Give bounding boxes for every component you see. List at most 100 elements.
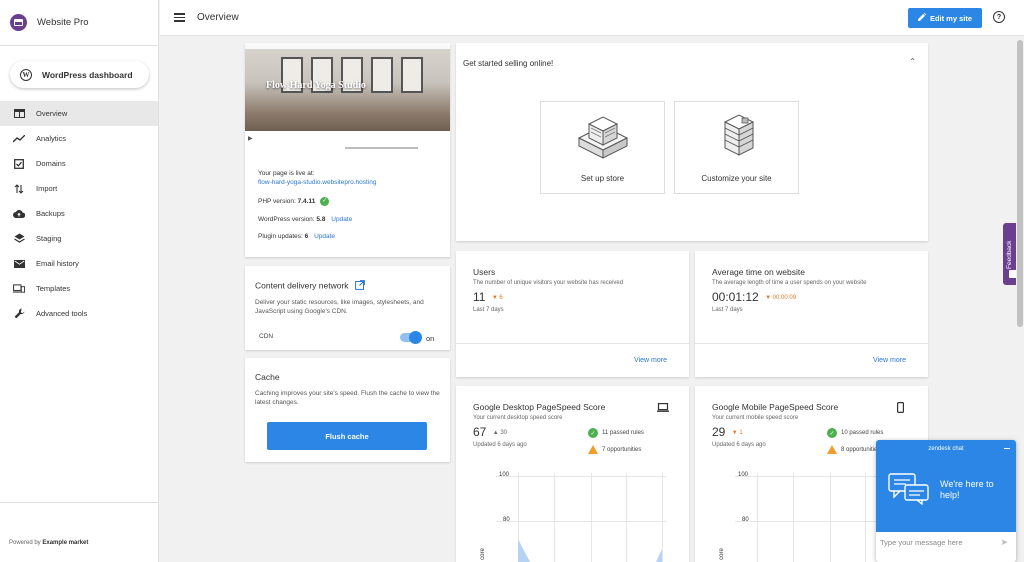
- cdn-title-text: Content delivery network: [255, 280, 349, 291]
- wp-update-link[interactable]: Update: [331, 216, 352, 223]
- layers-stack-icon: [723, 114, 755, 156]
- cdn-toggle[interactable]: [400, 331, 422, 344]
- users-footer: View more: [456, 343, 689, 377]
- plugin-updates-count: 6: [304, 232, 309, 240]
- site-card: Flow Hard Yoga Studio ▶ Your page is liv…: [245, 43, 450, 257]
- sidebar-item-label: Backups: [36, 209, 65, 218]
- help-icon[interactable]: ?: [993, 11, 1005, 23]
- cdn-card: Content delivery network Deliver your st…: [245, 266, 450, 350]
- cache-title: Cache: [255, 372, 280, 382]
- mobile-score-number: 29: [712, 425, 726, 439]
- sidebar-item-import[interactable]: Import: [0, 176, 158, 201]
- sidebar-item-label: Staging: [36, 234, 62, 243]
- mobile-pagespeed-title: Google Mobile PageSpeed Score: [712, 402, 839, 412]
- avg-time-view-more-link[interactable]: View more: [873, 357, 906, 364]
- powered-by: Powered by Example market: [0, 502, 158, 546]
- wrench-icon: [13, 308, 25, 320]
- mobile-passed-rules: ✓ 10 passed rules: [827, 428, 883, 438]
- customize-site-tile[interactable]: Customize your site: [674, 101, 799, 194]
- store-icon: [577, 116, 629, 159]
- powered-prefix: Powered by: [9, 540, 41, 546]
- sidebar-item-label: Email history: [36, 259, 79, 268]
- cache-description: Caching improves your site's speed. Flus…: [255, 390, 440, 407]
- domain-icon: [13, 158, 25, 170]
- avg-time-value-number: 00:01:12: [712, 290, 759, 304]
- dashboard-icon: [13, 108, 25, 120]
- desktop-score-number: 67: [473, 425, 487, 439]
- cdn-state: on: [426, 334, 435, 343]
- site-preview-image[interactable]: Flow Hard Yoga Studio: [245, 43, 450, 131]
- desktop-opportunities: 7 opportunities: [588, 445, 641, 454]
- avg-time-delta-value: 00:00:09: [772, 294, 797, 301]
- desktop-y-tick-100: 100: [499, 472, 510, 478]
- set-up-store-tile[interactable]: Set up store: [540, 101, 665, 194]
- trend-icon: [13, 133, 25, 145]
- cdn-title: Content delivery network: [255, 280, 365, 292]
- mobile-passed-text: 10 passed rules: [841, 430, 884, 436]
- desktop-score-chart: [496, 473, 666, 562]
- users-value: 11 ▼ 6: [473, 290, 503, 304]
- cursor-icon: ▶: [248, 136, 253, 142]
- site-url-link[interactable]: flow-hard-yoga-studio.websitepro.hosting: [258, 178, 377, 187]
- desktop-passed-rules: ✓ 11 passed rules: [588, 428, 644, 438]
- laptop-icon: [657, 403, 669, 414]
- chevron-up-icon[interactable]: ⌃: [909, 57, 916, 66]
- chat-brand: zendesk chat: [928, 446, 964, 452]
- external-link-icon[interactable]: [355, 280, 365, 292]
- sidebar-item-staging[interactable]: Staging: [0, 226, 158, 251]
- sidebar-item-label: Domains: [36, 159, 66, 168]
- sidebar-item-analytics[interactable]: Analytics: [0, 126, 158, 151]
- live-label: Your page is live at:: [258, 170, 315, 177]
- wordpress-dashboard-button[interactable]: W WordPress dashboard: [10, 61, 149, 88]
- php-version: 7.4.11: [297, 198, 316, 206]
- plugin-update-link[interactable]: Update: [314, 233, 335, 240]
- sidebar-item-advanced-tools[interactable]: Advanced tools: [0, 301, 158, 326]
- sidebar-item-backups[interactable]: Backups: [0, 201, 158, 226]
- minimize-icon[interactable]: [1004, 448, 1010, 450]
- brand-name: Website Pro: [37, 17, 89, 28]
- sidebar-item-templates[interactable]: Templates: [0, 276, 158, 301]
- chat-message: We're here to help!: [940, 479, 994, 500]
- users-title: Users: [473, 267, 496, 277]
- sidebar-item-label: Analytics: [36, 134, 67, 143]
- sidebar-item-domains[interactable]: Domains: [0, 151, 158, 176]
- users-subtitle: The number of unique visitors your websi…: [473, 280, 624, 286]
- page-scrollbar[interactable]: [1016, 36, 1024, 562]
- check-icon: ✓: [588, 428, 598, 438]
- flush-cache-button[interactable]: Flush cache: [267, 422, 427, 450]
- avg-time-subtitle: The average length of time a user spends…: [712, 280, 867, 286]
- desktop-pagespeed-title: Google Desktop PageSpeed Score: [473, 402, 606, 412]
- mobile-pagespeed-subtitle: Your current mobile speed score: [712, 415, 799, 421]
- menu-icon[interactable]: [174, 13, 185, 22]
- mobile-opportunities: 8 opportunities: [827, 445, 880, 454]
- sidebar-item-overview[interactable]: Overview: [0, 101, 158, 126]
- cache-card: Cache Caching improves your site's speed…: [245, 358, 450, 462]
- brand: Website Pro: [0, 0, 158, 46]
- phone-icon: [897, 402, 905, 415]
- users-delta: ▼ 6: [491, 294, 503, 301]
- users-view-more-link[interactable]: View more: [634, 357, 667, 364]
- scrollbar-thumb[interactable]: [1017, 40, 1023, 327]
- plugin-updates-row: Plugin updates: 6 Update: [258, 232, 377, 241]
- php-row: PHP version: 7.4.11 ✓: [258, 197, 377, 207]
- powered-brand: Example market: [42, 540, 89, 546]
- site-preview-title: Flow Hard Yoga Studio: [266, 80, 366, 91]
- set-up-store-label: Set up store: [580, 174, 625, 183]
- users-delta-value: 6: [499, 294, 503, 301]
- users-card: Users The number of unique visitors your…: [456, 251, 689, 377]
- check-icon: ✓: [827, 428, 837, 438]
- sidebar-item-email-history[interactable]: Email history: [0, 251, 158, 276]
- warning-icon: [827, 445, 837, 454]
- cloud-upload-icon: [13, 208, 25, 220]
- chat-message-input[interactable]: Type your message here: [880, 538, 990, 547]
- pencil-icon: [917, 12, 927, 23]
- selling-title: Get started selling online!: [463, 59, 554, 68]
- topbar: Overview Edit my site ?: [160, 0, 1024, 36]
- desktop-pagespeed-card: Google Desktop PageSpeed Score Your curr…: [456, 386, 689, 562]
- edit-my-site-button[interactable]: Edit my site: [908, 8, 982, 28]
- desktop-updated: Updated 6 days ago: [473, 442, 527, 448]
- import-icon: [13, 183, 25, 195]
- selling-card: Get started selling online! ⌃ Set up sto…: [456, 43, 928, 241]
- send-icon[interactable]: ➤: [1000, 537, 1008, 548]
- mobile-opps-text: 8 opportunities: [841, 446, 881, 453]
